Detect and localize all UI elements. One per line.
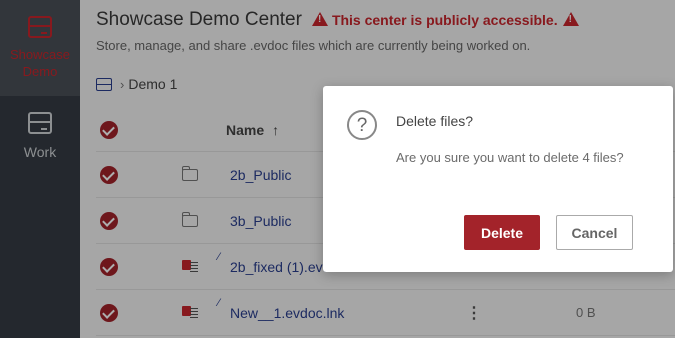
delete-confirm-dialog: ? Delete files? Are you sure you want to…: [323, 86, 673, 272]
question-icon: ?: [347, 110, 377, 140]
delete-button[interactable]: Delete: [464, 215, 540, 250]
dialog-message: Are you sure you want to delete 4 files?: [396, 150, 624, 165]
cancel-button[interactable]: Cancel: [556, 215, 633, 250]
dialog-title: Delete files?: [396, 113, 474, 129]
